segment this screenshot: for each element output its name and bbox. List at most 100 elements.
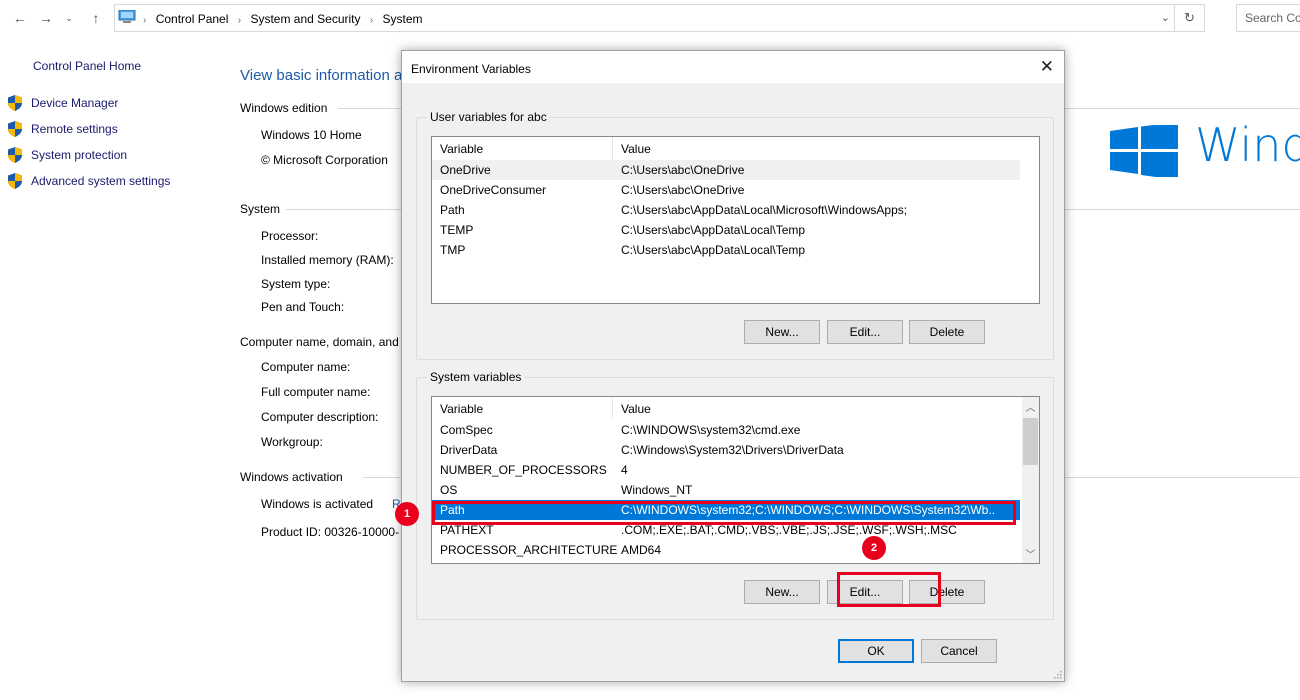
- variable-value: C:\Users\abc\AppData\Local\Microsoft\Win…: [621, 203, 908, 217]
- address-dropdown-icon[interactable]: ⌄: [1161, 11, 1170, 24]
- shield-icon: [8, 95, 22, 111]
- list-item[interactable]: TEMP C:\Users\abc\AppData\Local\Temp: [432, 220, 1039, 240]
- scroll-up-icon[interactable]: ︿: [1022, 399, 1039, 414]
- resize-grip-icon[interactable]: [1052, 669, 1062, 679]
- control-panel-home-link[interactable]: Control Panel Home: [33, 59, 141, 73]
- step-2-badge: 2: [862, 536, 886, 560]
- user-delete-button[interactable]: Delete: [909, 320, 985, 344]
- computer-description-label: Computer description:: [261, 410, 379, 424]
- windows-logo-icon: [1110, 125, 1178, 177]
- variable-name: OneDriveConsumer: [440, 183, 547, 197]
- user-new-button[interactable]: New...: [744, 320, 820, 344]
- list-header: Variable Value: [432, 137, 1039, 159]
- device-manager-link[interactable]: Device Manager: [8, 95, 118, 113]
- column-separator[interactable]: [612, 397, 613, 419]
- breadcrumb-system-and-security[interactable]: System and Security: [250, 12, 360, 26]
- windows-edition-heading: Windows edition: [240, 101, 328, 115]
- variable-value: C:\Users\abc\AppData\Local\Temp: [621, 223, 806, 237]
- variable-value: C:\Users\abc\AppData\Local\Temp: [621, 243, 806, 257]
- column-header-variable[interactable]: Variable: [440, 142, 483, 156]
- up-arrow-icon[interactable]: ↑: [88, 10, 104, 26]
- system-protection-link[interactable]: System protection: [8, 147, 127, 165]
- variable-name: OS: [440, 483, 458, 497]
- breadcrumb-system[interactable]: System: [383, 12, 423, 26]
- dialog-title: Environment Variables: [411, 62, 531, 76]
- variable-name: PROCESSOR_ARCHITECTURE: [440, 543, 618, 557]
- copyright-text: © Microsoft Corporation: [261, 153, 388, 167]
- variable-name: PATHEXT: [440, 523, 494, 537]
- recent-locations-chevron-icon[interactable]: ⌄: [61, 13, 77, 24]
- scroll-down-icon[interactable]: ﹀: [1022, 546, 1039, 561]
- system-variables-group: System variables Variable Value ComSpec C…: [416, 370, 1054, 620]
- workgroup-label: Workgroup:: [261, 435, 323, 449]
- address-field[interactable]: › Control Panel › System and Security › …: [114, 4, 1205, 32]
- variable-value: .COM;.EXE;.BAT;.CMD;.VBS;.VBE;.JS;.JSE;.…: [621, 523, 957, 537]
- breadcrumb-control-panel[interactable]: Control Panel: [156, 12, 229, 26]
- edit-button-highlight: [837, 572, 941, 607]
- activation-status: Windows is activated: [261, 497, 374, 511]
- column-separator[interactable]: [612, 137, 613, 159]
- windows-logo-text: Windows 10: [1195, 118, 1300, 172]
- cancel-button[interactable]: Cancel: [921, 639, 997, 663]
- system-variables-list[interactable]: Variable Value ComSpec C:\WINDOWS\system3…: [431, 396, 1040, 564]
- back-arrow-icon[interactable]: ←: [12, 10, 28, 26]
- list-item[interactable]: DriverData C:\Windows\System32\Drivers\Dr…: [432, 440, 1023, 460]
- variable-name: OneDrive: [440, 163, 491, 177]
- computer-name-label: Computer name:: [261, 360, 351, 374]
- shield-icon: [8, 173, 22, 189]
- system-new-button[interactable]: New...: [744, 580, 820, 604]
- list-header: Variable Value: [432, 397, 1023, 419]
- list-item[interactable]: TMP C:\Users\abc\AppData\Local\Temp: [432, 240, 1039, 260]
- vertical-scrollbar[interactable]: ︿ ﹀: [1022, 397, 1039, 563]
- forward-arrow-icon[interactable]: →: [38, 10, 54, 26]
- full-computer-name-label: Full computer name:: [261, 385, 371, 399]
- column-header-value[interactable]: Value: [621, 142, 651, 156]
- ram-label: Installed memory (RAM):: [261, 253, 394, 267]
- close-icon[interactable]: ✕: [1040, 57, 1054, 77]
- variable-value: 4: [621, 463, 628, 477]
- task-label: Device Manager: [31, 96, 119, 110]
- path-row-highlight: [432, 501, 1016, 525]
- variable-name: Path: [440, 203, 465, 217]
- variable-name: NUMBER_OF_PROCESSORS: [440, 463, 607, 477]
- pen-touch-label: Pen and Touch:: [261, 300, 345, 314]
- column-header-value[interactable]: Value: [621, 402, 651, 416]
- system-variables-legend: System variables: [427, 370, 525, 384]
- environment-variables-dialog: Environment Variables ✕ User variables f…: [401, 50, 1065, 682]
- user-variables-legend: User variables for abc: [427, 110, 550, 124]
- variable-value: C:\Windows\System32\Drivers\DriverData: [621, 443, 844, 457]
- system-heading: System: [240, 202, 281, 216]
- column-header-variable[interactable]: Variable: [440, 402, 483, 416]
- remote-settings-link[interactable]: Remote settings: [8, 121, 118, 139]
- variable-value: C:\Users\abc\OneDrive: [621, 163, 745, 177]
- refresh-icon[interactable]: ↻: [1174, 5, 1204, 31]
- ok-button[interactable]: OK: [838, 639, 914, 663]
- step-1-badge: 1: [395, 502, 419, 526]
- variable-name: TEMP: [440, 223, 474, 237]
- variable-value: AMD64: [621, 543, 662, 557]
- task-label: Advanced system settings: [31, 174, 171, 188]
- advanced-system-settings-link[interactable]: Advanced system settings: [8, 173, 170, 191]
- control-panel-icon: [118, 10, 136, 23]
- list-item[interactable]: ComSpec C:\WINDOWS\system32\cmd.exe: [432, 420, 1023, 440]
- user-variables-group: User variables for abc Variable Value On…: [416, 110, 1054, 360]
- list-item[interactable]: OS Windows_NT: [432, 480, 1023, 500]
- shield-icon: [8, 147, 22, 163]
- variable-name: TMP: [440, 243, 466, 257]
- list-item[interactable]: NUMBER_OF_PROCESSORS 4: [432, 460, 1023, 480]
- list-item[interactable]: Path C:\Users\abc\AppData\Local\Microsoft…: [432, 200, 1039, 220]
- user-edit-button[interactable]: Edit...: [827, 320, 903, 344]
- scrollbar-thumb[interactable]: [1023, 418, 1038, 465]
- shield-icon: [8, 121, 22, 137]
- list-item[interactable]: PROCESSOR_ARCHITECTURE AMD64: [432, 540, 1023, 560]
- list-item[interactable]: OneDrive C:\Users\abc\OneDrive: [432, 160, 1020, 180]
- breadcrumb: › Control Panel › System and Security › …: [143, 12, 423, 26]
- search-input[interactable]: Search Control Panel: [1236, 4, 1300, 32]
- list-item[interactable]: OneDriveConsumer C:\Users\abc\OneDrive: [432, 180, 1039, 200]
- variable-value: Windows_NT: [621, 483, 693, 497]
- variable-value: C:\Users\abc\OneDrive: [621, 183, 745, 197]
- product-id: Product ID: 00326-10000-: [261, 525, 400, 539]
- user-variables-list[interactable]: Variable Value OneDrive C:\Users\abc\OneD…: [431, 136, 1040, 304]
- dialog-titlebar[interactable]: Environment Variables ✕: [402, 51, 1064, 83]
- windows-edition-value: Windows 10 Home: [261, 128, 362, 142]
